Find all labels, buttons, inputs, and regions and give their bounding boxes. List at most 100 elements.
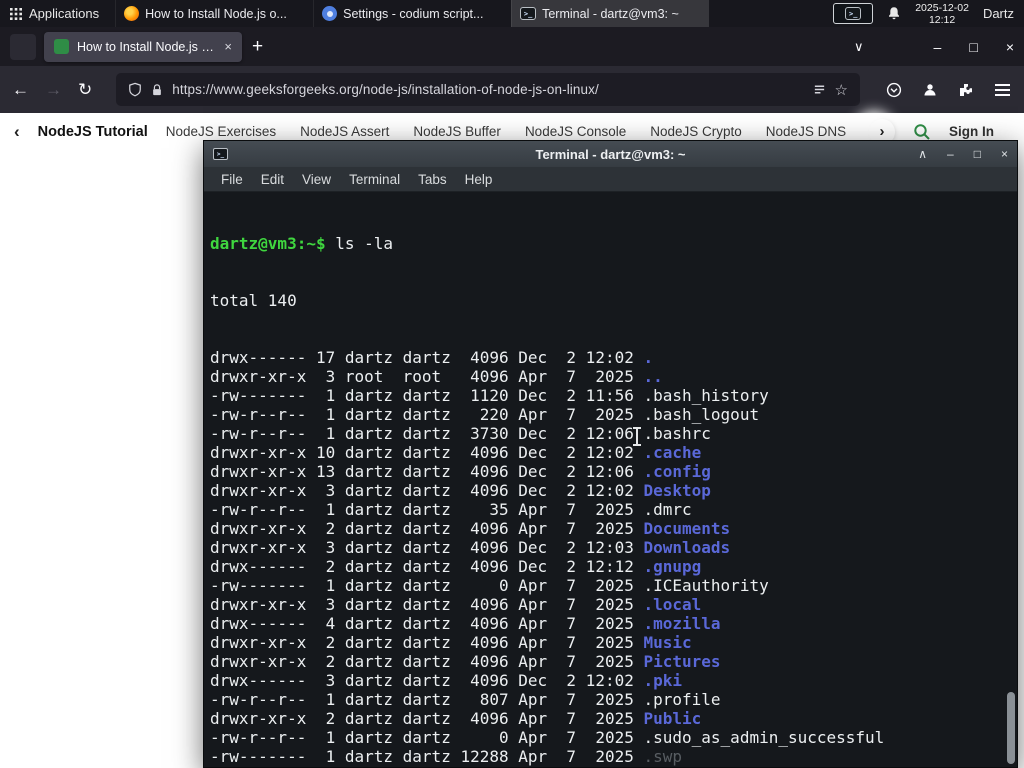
applications-menu-button[interactable]: Applications bbox=[0, 0, 109, 27]
ls-row-meta: drwx------ 3 dartz dartz 4096 Dec 2 12:0… bbox=[210, 671, 644, 690]
ls-row-meta: drwxr-xr-x 3 dartz dartz 4096 Dec 2 12:0… bbox=[210, 481, 644, 500]
ls-row-name: .mozilla bbox=[643, 614, 721, 633]
ls-row: -rw-r--r-- 1 dartz dartz 3730 Dec 2 12:0… bbox=[210, 424, 1017, 443]
lock-icon[interactable] bbox=[151, 83, 163, 97]
user-menu-button[interactable]: Dartz bbox=[983, 6, 1014, 21]
terminal-menu-file[interactable]: File bbox=[212, 172, 252, 187]
ls-row-meta: -rw------- 1 dartz dartz 0 Apr 7 2025 bbox=[210, 576, 644, 595]
terminal-menubar: File Edit View Terminal Tabs Help bbox=[204, 167, 1017, 192]
taskbar-window-terminal[interactable]: >_ Terminal - dartz@vm3: ~ bbox=[511, 0, 710, 27]
back-icon[interactable]: ← bbox=[12, 80, 29, 100]
panel-right: >_ 2025-12-02 12:12 Dartz bbox=[833, 0, 1024, 27]
taskbar: How to Install Node.js o... Settings - co… bbox=[115, 0, 710, 27]
ls-row-name: .ICEauthority bbox=[643, 576, 769, 595]
site-nav-links: NodeJS Exercises NodeJS Assert NodeJS Buff… bbox=[166, 124, 851, 139]
site-brand-link[interactable]: NodeJS Tutorial bbox=[38, 124, 148, 140]
bookmark-star-icon[interactable]: ☆ bbox=[835, 81, 848, 99]
sign-in-button[interactable]: Sign In bbox=[949, 124, 994, 139]
ls-row-meta: drwxr-xr-x 2 dartz dartz 4096 Apr 7 2025 bbox=[210, 519, 644, 538]
site-nav-link-1[interactable]: NodeJS Exercises bbox=[166, 124, 276, 139]
reload-icon[interactable]: ↻ bbox=[78, 80, 92, 100]
terminal-menu-help[interactable]: Help bbox=[456, 172, 502, 187]
ls-row-name: .swp bbox=[643, 747, 683, 766]
list-all-tabs-icon[interactable]: ∨ bbox=[854, 39, 864, 55]
ls-row-meta: -rw-r--r-- 1 dartz dartz 807 Apr 7 2025 bbox=[210, 690, 644, 709]
terminal-icon: >_ bbox=[520, 7, 537, 20]
tray-terminal-icon[interactable]: >_ bbox=[833, 3, 874, 24]
terminal-menu-edit[interactable]: Edit bbox=[252, 172, 293, 187]
nav-scroll-left-icon[interactable]: ‹ bbox=[14, 122, 20, 142]
settings-icon bbox=[322, 6, 338, 21]
reader-mode-icon[interactable] bbox=[813, 83, 826, 96]
terminal-menu-tabs[interactable]: Tabs bbox=[409, 172, 456, 187]
terminal-close-button[interactable]: × bbox=[1001, 147, 1008, 161]
applications-label: Applications bbox=[29, 6, 100, 21]
terminal-maximize-button[interactable]: □ bbox=[974, 147, 981, 161]
ls-row-name: .bashrc bbox=[643, 424, 711, 443]
ls-row-meta: drwx------ 17 dartz dartz 4096 Dec 2 12:… bbox=[210, 348, 644, 367]
ls-row-name: Downloads bbox=[643, 538, 731, 557]
firefox-view-icon[interactable] bbox=[10, 33, 36, 60]
browser-close-button[interactable]: × bbox=[1006, 39, 1014, 55]
ls-row-meta: drwxr-xr-x 3 dartz dartz 4096 Dec 2 12:0… bbox=[210, 538, 644, 557]
ls-row-meta: drwxr-xr-x 10 dartz dartz 4096 Dec 2 12:… bbox=[210, 443, 644, 462]
ls-row-name: Public bbox=[643, 709, 702, 728]
tracking-shield-icon[interactable] bbox=[128, 82, 142, 97]
terminal-menu-terminal[interactable]: Terminal bbox=[340, 172, 409, 187]
navigation-toolbar: ← → ↻ https://www.geeksforgeeks.org/node… bbox=[0, 66, 1024, 113]
shell-command: ls -la bbox=[325, 234, 394, 253]
ls-row-meta: -rw-r--r-- 1 dartz dartz 0 Apr 7 2025 bbox=[210, 728, 644, 747]
ls-row-name: .bash_logout bbox=[643, 405, 760, 424]
site-nav-link-5[interactable]: NodeJS Crypto bbox=[650, 124, 742, 139]
ls-row: drwxr-xr-x 3 dartz dartz 4096 Dec 2 12:0… bbox=[210, 481, 1017, 500]
tab-close-icon[interactable]: × bbox=[224, 39, 232, 54]
desktop: Applications How to Install Node.js o...… bbox=[0, 0, 1024, 768]
terminal-scrollbar-thumb[interactable] bbox=[1007, 692, 1015, 764]
ls-row-name: .sudo_as_admin_successful bbox=[643, 728, 885, 747]
terminal-minimize-button[interactable]: – bbox=[947, 147, 954, 161]
ls-row-name: .gnupg bbox=[643, 557, 702, 576]
browser-tab[interactable]: How to Install Node.js on... × bbox=[44, 31, 242, 62]
ls-row: -rw------- 1 dartz dartz 12288 Apr 7 202… bbox=[210, 747, 1017, 766]
ls-row-meta: drwxr-xr-x 2 dartz dartz 4096 Apr 7 2025 bbox=[210, 766, 643, 767]
terminal-body[interactable]: dartz@vm3:~$ ls -la total 140 drwx------… bbox=[204, 193, 1017, 767]
save-to-pocket-icon[interactable] bbox=[884, 82, 904, 98]
ls-row: -rw------- 1 dartz dartz 0 Apr 7 2025 .I… bbox=[210, 576, 1017, 595]
browser-maximize-button[interactable]: □ bbox=[969, 39, 977, 55]
ls-row-name: .local bbox=[643, 595, 702, 614]
terminal-window-title: Terminal - dartz@vm3: ~ bbox=[535, 146, 686, 162]
site-nav-link-2[interactable]: NodeJS Assert bbox=[300, 124, 389, 139]
ls-row: drwxr-xr-x 2 dartz dartz 4096 Apr 7 2025… bbox=[210, 652, 1017, 671]
forward-icon[interactable]: → bbox=[45, 80, 62, 100]
url-text: https://www.geeksforgeeks.org/node-js/in… bbox=[172, 82, 599, 97]
search-icon[interactable] bbox=[913, 123, 931, 141]
applications-grid-icon bbox=[10, 7, 22, 20]
ls-row-meta: drwx------ 4 dartz dartz 4096 Apr 7 2025 bbox=[210, 614, 644, 633]
ls-row-name: Pictures bbox=[643, 652, 721, 671]
site-nav-link-4[interactable]: NodeJS Console bbox=[525, 124, 626, 139]
ls-row-meta: drwxr-xr-x 2 dartz dartz 4096 Apr 7 2025 bbox=[210, 709, 644, 728]
ls-row-name: Documents bbox=[643, 519, 731, 538]
ls-row-name: Templates bbox=[643, 766, 730, 767]
ls-row-meta: -rw-r--r-- 1 dartz dartz 220 Apr 7 2025 bbox=[210, 405, 644, 424]
terminal-menu-view[interactable]: View bbox=[293, 172, 340, 187]
account-icon[interactable] bbox=[920, 82, 940, 98]
taskbar-window-firefox[interactable]: How to Install Node.js o... bbox=[115, 0, 313, 27]
extensions-puzzle-icon[interactable] bbox=[956, 82, 976, 98]
new-tab-button[interactable]: + bbox=[252, 36, 263, 58]
ls-row: drwxr-xr-x 10 dartz dartz 4096 Dec 2 12:… bbox=[210, 443, 1017, 462]
panel-clock[interactable]: 2025-12-02 12:12 bbox=[915, 2, 969, 26]
taskbar-window-settings[interactable]: Settings - codium script... bbox=[313, 0, 511, 27]
url-bar[interactable]: https://www.geeksforgeeks.org/node-js/in… bbox=[116, 73, 860, 106]
menu-hamburger-icon[interactable] bbox=[992, 83, 1012, 96]
taskbar-window-title: Settings - codium script... bbox=[343, 6, 484, 21]
ls-row-meta: drwxr-xr-x 13 dartz dartz 4096 Dec 2 12:… bbox=[210, 462, 644, 481]
notification-bell-icon[interactable] bbox=[887, 6, 901, 21]
ls-row-meta: -rw-r--r-- 1 dartz dartz 35 Apr 7 2025 bbox=[210, 500, 644, 519]
terminal-shade-button[interactable]: ∧ bbox=[918, 147, 927, 161]
site-nav-link-6[interactable]: NodeJS DNS bbox=[766, 124, 846, 139]
ls-row: -rw-r--r-- 1 dartz dartz 35 Apr 7 2025 .… bbox=[210, 500, 1017, 519]
site-nav-link-3[interactable]: NodeJS Buffer bbox=[413, 124, 501, 139]
ls-row-name: Music bbox=[643, 633, 692, 652]
browser-minimize-button[interactable]: – bbox=[934, 39, 942, 55]
